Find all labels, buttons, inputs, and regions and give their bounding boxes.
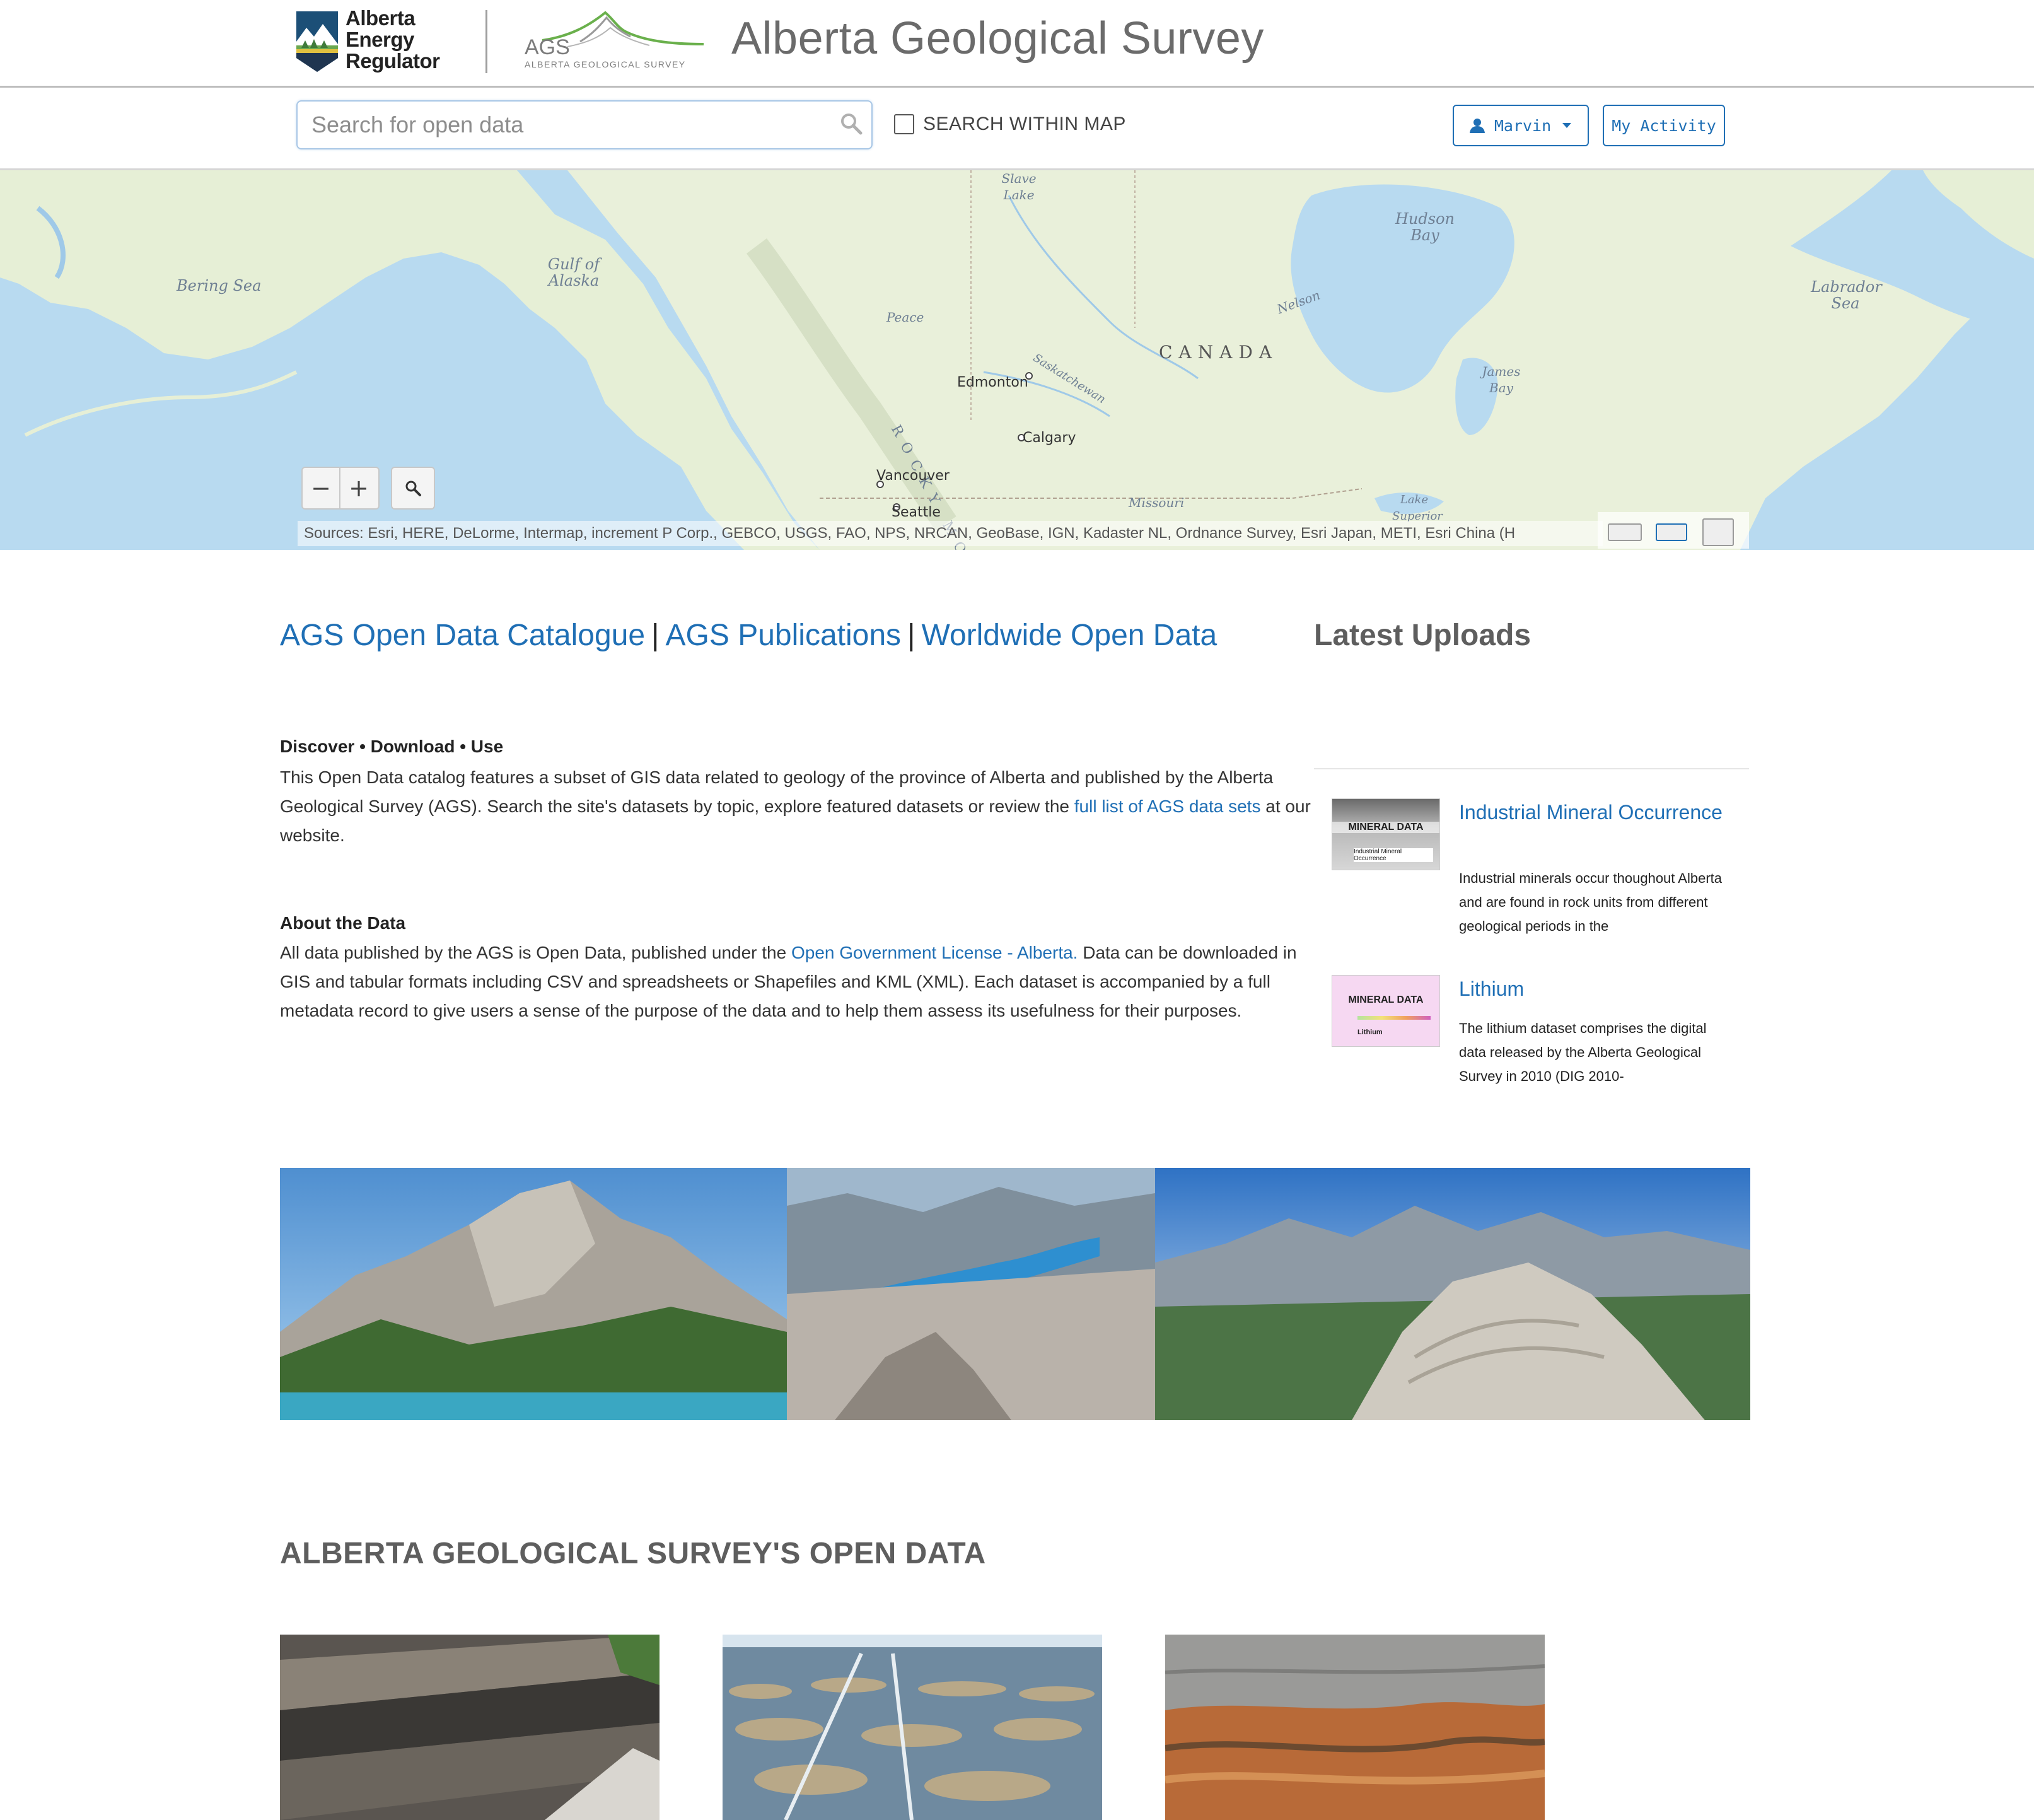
caret-down-icon [1562,123,1572,128]
user-menu-button[interactable]: Marvin [1453,105,1589,146]
upload-description: The lithium dataset comprises the digita… [1459,1020,1707,1084]
open-data-section-title: ALBERTA GEOLOGICAL SURVEY'S OPEN DATA [280,1537,986,1570]
aer-logo-text: Alberta Energy Regulator [346,8,440,72]
basemap-option-3[interactable] [1702,518,1734,546]
user-name: Marvin [1494,116,1552,135]
map-label-gulf-of-alaska: Gulf of Alaska [547,255,600,289]
map-label-lake-superior: Lake Superior [1392,493,1443,523]
intro-heading: Discover • Download • Use [280,737,504,756]
map-attribution: Sources: Esri, HERE, DeLorme, Intermap, … [298,521,1603,546]
thumb-caption: Industrial Mineral Occurrence [1354,848,1433,862]
thumb-header: MINERAL DATA [1332,822,1439,833]
aerial-landscape-photo [723,1635,1102,1820]
zoom-out-button[interactable]: − [303,468,339,508]
latest-uploads-title: Latest Uploads [1314,619,1531,652]
search-input[interactable] [310,108,830,142]
aer-logo-line: Regulator [346,49,440,73]
map-label-canada: CANADA [1159,342,1279,363]
open-data-card-image[interactable] [280,1635,660,1820]
map-zoom-controls: − + [301,467,380,510]
aer-logo-line: Alberta [346,6,416,30]
about-text: All data published by the AGS is Open Da… [280,938,1314,1025]
basemap-option-2[interactable] [1656,523,1687,541]
my-activity-button[interactable]: My Activity [1603,105,1725,146]
link-separator: | [651,619,660,652]
ags-logo-subtitle: ALBERTA GEOLOGICAL SURVEY [525,59,686,69]
map-city-vancouver: Vancouver [876,468,950,484]
search-within-map-checkbox[interactable] [894,114,914,134]
map-city-calgary: Calgary [1023,430,1076,446]
user-icon [1469,119,1485,133]
open-data-card-image[interactable] [1165,1635,1545,1820]
search-icon[interactable] [839,111,864,136]
map-search-button[interactable] [391,467,435,510]
map-city-seattle: Seattle [892,505,941,520]
latest-uploads-divider [1314,768,1749,769]
mountain-banner-photo [280,1168,1750,1420]
open-government-license-link[interactable]: Open Government License - Alberta. [791,943,1078,962]
link-ags-open-data-catalogue[interactable]: AGS Open Data Catalogue [280,619,645,652]
sedimentary-rock-photo [1165,1635,1545,1820]
map-label-james-bay: James Bay [1482,364,1521,395]
link-ags-publications[interactable]: AGS Publications [666,619,902,652]
search-box[interactable] [296,100,873,149]
ags-logo-text: AGS [525,35,570,59]
upload-title-link[interactable]: Lithium [1459,975,1724,1003]
aer-logo-line: Energy [346,28,414,51]
rock-outcrop-photo [280,1635,660,1820]
link-separator: | [907,619,915,652]
full-list-link[interactable]: full list of AGS data sets [1074,796,1261,816]
mountain-photo-illustration [280,1168,1750,1420]
map-label-missouri: Missouri [1129,495,1185,510]
map-city-edmonton: Edmonton [957,375,1028,390]
about-heading: About the Data [280,913,406,933]
map-label-hudson-bay: Hudson Bay [1395,210,1455,244]
map-label-bering-sea: Bering Sea [177,277,262,295]
thumb-header: MINERAL DATA [1348,995,1424,1005]
upload-description: Industrial minerals occur thoughout Albe… [1459,870,1723,934]
thumb-legend-bar [1357,1016,1431,1020]
map-label-labrador-sea: Labrador Sea [1811,278,1882,312]
about-text-part: All data published by the AGS is Open Da… [280,943,791,962]
zoom-in-button[interactable]: + [340,468,377,508]
map-label-peace: Peace [886,310,924,325]
intro-text: This Open Data catalog features a subset… [280,763,1314,850]
thumb-caption: Lithium [1357,1029,1383,1036]
site-title: Alberta Geological Survey [731,13,1264,64]
map-label-slave-lake: Slave Lake [1001,171,1037,202]
search-within-map-label[interactable]: SEARCH WITHIN MAP [923,114,1126,135]
catalogue-links: AGS Open Data Catalogue | AGS Publications… [280,618,1217,653]
open-data-card-image[interactable] [723,1635,1102,1820]
upload-title-link[interactable]: Industrial Mineral Occurrence [1459,798,1724,826]
magnifier-icon [405,481,421,496]
upload-thumbnail[interactable]: MINERAL DATA Lithium [1332,975,1440,1047]
basemap-option-1[interactable] [1608,523,1642,541]
link-worldwide-open-data[interactable]: Worldwide Open Data [922,619,1217,652]
basemap-toggles [1598,512,1749,549]
header-divider [485,10,487,73]
upload-thumbnail[interactable]: MINERAL DATA Industrial Mineral Occurren… [1332,798,1440,870]
